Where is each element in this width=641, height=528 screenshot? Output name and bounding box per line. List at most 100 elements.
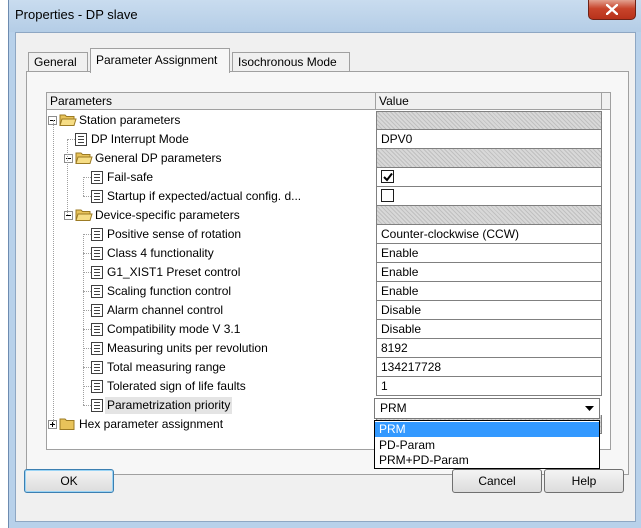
tree-param-row[interactable]: G1_XIST1 Preset control Enable xyxy=(47,263,610,282)
tree-param-row[interactable]: Tolerated sign of life faults 1 xyxy=(47,377,610,396)
parameter-icon xyxy=(91,190,103,206)
tree-param-row[interactable]: Positive sense of rotation Counter-clockw… xyxy=(47,225,610,244)
column-header-parameters[interactable]: Parameters xyxy=(47,93,376,110)
parameter-icon xyxy=(91,266,103,282)
tree-cell[interactable]: General DP parameters xyxy=(47,149,376,168)
value-cell[interactable]: DPV0 xyxy=(376,130,602,149)
value-cell[interactable]: 134217728 xyxy=(376,358,602,377)
tree-folder-row[interactable]: Station parameters xyxy=(47,111,610,130)
checkbox-checked[interactable] xyxy=(381,170,394,183)
tab-parameter-assignment[interactable]: Parameter Assignment xyxy=(90,48,230,73)
help-button[interactable]: Help xyxy=(544,469,624,493)
tree-connector-line xyxy=(83,405,91,406)
parameter-icon xyxy=(91,361,103,377)
tab-general-label: General xyxy=(34,55,77,69)
tree-cell[interactable]: Total measuring range xyxy=(47,358,376,377)
value-cell[interactable] xyxy=(376,168,602,187)
tab-isochronous-mode[interactable]: Isochronous Mode xyxy=(232,52,350,72)
tree-cell[interactable]: Alarm channel control xyxy=(47,301,376,320)
combo-dropdown-button[interactable] xyxy=(581,401,597,416)
tree-cell[interactable]: Measuring units per revolution xyxy=(47,339,376,358)
column-header-value[interactable]: Value xyxy=(376,93,602,110)
tree-param-row[interactable]: Fail-safe xyxy=(47,168,610,187)
dropdown-option-prm[interactable]: PRM xyxy=(375,422,599,437)
value-cell xyxy=(376,111,602,130)
window-title: Properties - DP slave xyxy=(15,7,138,22)
tree-cell[interactable]: Hex parameter assignment xyxy=(47,415,376,434)
value-cell[interactable]: Disable xyxy=(376,301,602,320)
tree-param-row[interactable]: DP Interrupt Mode DPV0 xyxy=(47,130,610,149)
tree-item-label: Hex parameter assignment xyxy=(79,417,224,431)
tree-cell[interactable]: Startup if expected/actual config. d... xyxy=(47,187,376,206)
tree-item-label: Station parameters xyxy=(79,113,181,127)
tree-folder-row[interactable]: Device-specific parameters xyxy=(47,206,610,225)
ok-button[interactable]: OK xyxy=(24,469,114,493)
tree-connector-line xyxy=(83,348,91,349)
value-cell[interactable] xyxy=(376,187,602,206)
tree-connector-line xyxy=(83,367,91,368)
tree-cell[interactable]: DP Interrupt Mode xyxy=(47,130,376,149)
tree-cell[interactable]: Class 4 functionality xyxy=(47,244,376,263)
value-cell[interactable]: 8192 xyxy=(376,339,602,358)
parameter-icon xyxy=(91,228,103,244)
folder-icon xyxy=(75,208,93,225)
tree-param-row[interactable]: Startup if expected/actual config. d... xyxy=(47,187,610,206)
collapse-icon[interactable] xyxy=(64,211,73,220)
tree-cell[interactable]: Station parameters xyxy=(47,111,376,130)
tree-param-row[interactable]: Class 4 functionality Enable xyxy=(47,244,610,263)
tree-cell[interactable]: Compatibility mode V 3.1 xyxy=(47,320,376,339)
value-cell[interactable]: 1 xyxy=(376,377,602,396)
parametrization-priority-combo[interactable]: PRM xyxy=(374,398,600,419)
value-cell[interactable]: Enable xyxy=(376,282,602,301)
value-cell[interactable]: Disable xyxy=(376,320,602,339)
title-bar[interactable]: Properties - DP slave xyxy=(9,0,641,32)
collapse-icon[interactable] xyxy=(64,154,73,163)
checkbox-unchecked[interactable] xyxy=(381,189,394,202)
tree-connector-line xyxy=(83,177,84,196)
tree-param-row[interactable]: Alarm channel control Disable xyxy=(47,301,610,320)
tree-folder-row[interactable]: General DP parameters xyxy=(47,149,610,168)
parameter-icon xyxy=(91,342,103,358)
tree-connector-line xyxy=(83,253,91,254)
tree-param-row[interactable]: Compatibility mode V 3.1 Disable xyxy=(47,320,610,339)
parameter-icon xyxy=(91,399,103,415)
tree-connector-line xyxy=(83,234,91,235)
tree-cell[interactable]: Tolerated sign of life faults xyxy=(47,377,376,396)
parameter-icon xyxy=(91,171,103,187)
tree-cell[interactable]: Device-specific parameters xyxy=(47,206,376,225)
close-icon xyxy=(606,4,618,15)
tree-cell[interactable]: Fail-safe xyxy=(47,168,376,187)
tree-cell[interactable]: G1_XIST1 Preset control xyxy=(47,263,376,282)
dropdown-option-prm-pd-param[interactable]: PRM+PD-Param xyxy=(375,453,599,468)
parameter-tree-grid[interactable]: Parameters Value Station parameters DP In… xyxy=(46,92,611,450)
tree-param-row[interactable]: Total measuring range 134217728 xyxy=(47,358,610,377)
folder-icon xyxy=(59,113,77,130)
tab-general[interactable]: General xyxy=(28,52,88,72)
value-cell[interactable]: Counter-clockwise (CCW) xyxy=(376,225,602,244)
close-button[interactable] xyxy=(588,0,636,20)
tree-connector-line xyxy=(83,329,91,330)
parameter-icon xyxy=(91,380,103,396)
value-cell[interactable]: Enable xyxy=(376,263,602,282)
parameter-icon xyxy=(91,247,103,263)
tree-cell[interactable]: Scaling function control xyxy=(47,282,376,301)
cancel-button[interactable]: Cancel xyxy=(452,469,542,493)
tree-cell[interactable]: Positive sense of rotation xyxy=(47,225,376,244)
tree-item-label: Scaling function control xyxy=(107,284,232,298)
tree-item-label: Parametrization priority xyxy=(105,397,233,414)
value-cell xyxy=(376,149,602,168)
tree-item-label: Compatibility mode V 3.1 xyxy=(107,322,241,336)
tree-connector-line xyxy=(83,196,91,197)
tree-item-label: G1_XIST1 Preset control xyxy=(107,265,241,279)
tree-param-row[interactable]: Measuring units per revolution 8192 xyxy=(47,339,610,358)
grid-header: Parameters Value xyxy=(47,93,610,110)
tree-cell[interactable]: Parametrization priority xyxy=(47,396,376,415)
combo-selected-value: PRM xyxy=(380,401,407,415)
tree-connector-line xyxy=(83,177,91,178)
combo-dropdown-list[interactable]: PRM PD-Param PRM+PD-Param xyxy=(374,420,600,469)
value-cell[interactable]: Enable xyxy=(376,244,602,263)
tree-param-row[interactable]: Scaling function control Enable xyxy=(47,282,610,301)
tree-connector-line xyxy=(83,310,91,311)
dropdown-option-pd-param[interactable]: PD-Param xyxy=(375,438,599,453)
tab-isochronous-mode-label: Isochronous Mode xyxy=(238,55,337,69)
